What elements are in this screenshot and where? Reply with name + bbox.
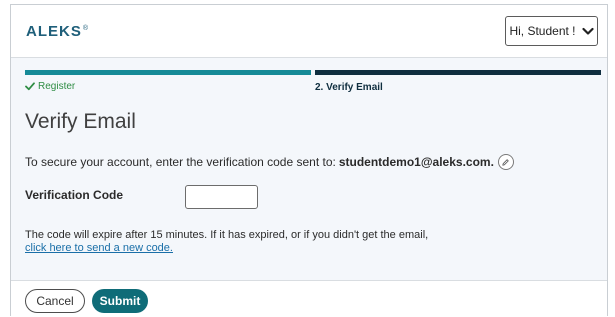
page-title: Verify Email bbox=[25, 110, 136, 133]
progress-step-verify-label: 2. Verify Email bbox=[315, 82, 383, 93]
verification-code-input[interactable] bbox=[185, 185, 258, 209]
verification-code-label: Verification Code bbox=[25, 188, 124, 202]
aleks-logo: ALEKS® bbox=[26, 23, 88, 40]
edit-email-button[interactable] bbox=[497, 154, 514, 170]
expiry-text: The code will expire after 15 minutes. I… bbox=[25, 229, 429, 241]
pencil-icon bbox=[502, 158, 510, 166]
email-address: studentdemo1@aleks.com. bbox=[338, 155, 494, 169]
registered-mark: ® bbox=[82, 25, 89, 32]
verify-panel: Register 2. Verify Email Verify Email To… bbox=[11, 58, 607, 280]
chevron-down-icon bbox=[581, 27, 594, 36]
checkmark-icon bbox=[25, 82, 35, 91]
instruction-line: To secure your account, enter the verifi… bbox=[25, 154, 514, 170]
progress-step-register-bar bbox=[25, 70, 311, 75]
resend-code-link[interactable]: click here to send a new code. bbox=[25, 242, 173, 254]
register-step-label: Register bbox=[38, 81, 76, 92]
form-footer: Cancel Submit bbox=[11, 280, 607, 316]
page-frame: ALEKS® Hi, Student ! Register 2. Verify … bbox=[10, 4, 608, 316]
cancel-button[interactable]: Cancel bbox=[25, 289, 85, 313]
expiry-notice: The code will expire after 15 minutes. I… bbox=[25, 229, 428, 255]
submit-button[interactable]: Submit bbox=[92, 289, 148, 313]
logo-text: ALEKS bbox=[26, 23, 82, 40]
app-header: ALEKS® Hi, Student ! bbox=[11, 5, 607, 58]
user-menu-label: Hi, Student ! bbox=[509, 24, 576, 38]
user-menu-button[interactable]: Hi, Student ! bbox=[505, 16, 598, 46]
progress-step-register: Register bbox=[25, 81, 75, 92]
progress-step-verify-bar bbox=[315, 70, 601, 75]
instruction-text: To secure your account, enter the verifi… bbox=[25, 155, 336, 169]
